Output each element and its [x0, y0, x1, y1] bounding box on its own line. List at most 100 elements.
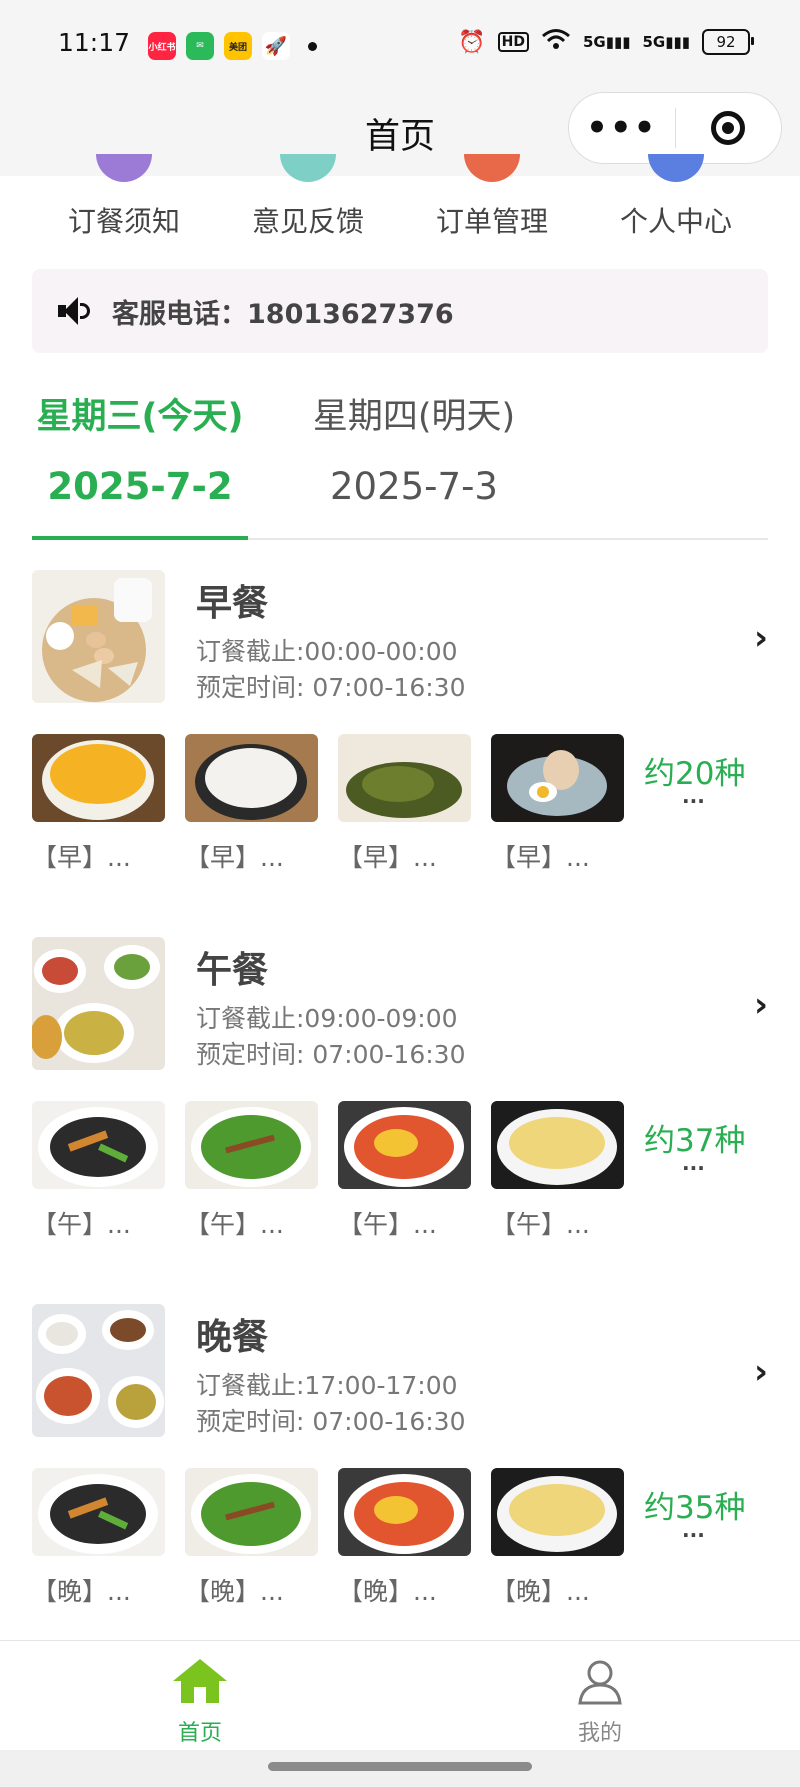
- alarm-icon: ⏰: [458, 29, 486, 55]
- xiaohongshu-icon: 小红书: [148, 32, 176, 60]
- meal-lunch: 午餐 订餐截止:09:00-09:00 预定时间: 07:00-16:30 › …: [32, 937, 768, 1257]
- menu-label: 订单管理: [435, 205, 548, 238]
- dish-list: 【午】... 【午】... 【午】... 【午】... 约37种 ...: [32, 1101, 768, 1251]
- hotline-text: 客服电话：18013627376: [112, 298, 454, 330]
- rocket-icon: 🚀: [262, 32, 290, 60]
- close-mini-program-button[interactable]: [676, 111, 782, 145]
- meituan-icon: 美团: [224, 32, 252, 60]
- more-ellipsis: ...: [682, 784, 705, 808]
- dish-image: [491, 734, 624, 822]
- menu-feedback[interactable]: 意见反馈: [216, 154, 400, 248]
- meal-title: 午餐: [196, 950, 269, 991]
- service-hotline-banner[interactable]: 客服电话：18013627376: [32, 269, 768, 353]
- dish-image: [185, 1468, 318, 1556]
- menu-order-management[interactable]: 订单管理: [400, 154, 584, 248]
- home-icon: [173, 1659, 227, 1703]
- order-deadline: 订餐截止:09:00-09:00: [196, 1004, 458, 1033]
- dish-name: 【晚】...: [491, 1577, 590, 1606]
- tabbar-label: 我的: [577, 1721, 622, 1746]
- breakfast-cover-image[interactable]: [32, 570, 165, 703]
- tabbar-home[interactable]: 首页: [140, 1657, 260, 1747]
- dish-name: 【午】...: [185, 1210, 284, 1239]
- dish-item[interactable]: 【午】...: [32, 1101, 165, 1241]
- home-indicator[interactable]: [268, 1762, 532, 1771]
- speaker-icon: [56, 295, 92, 327]
- order-deadline: 订餐截止:00:00-00:00: [196, 637, 458, 666]
- dish-image: [185, 734, 318, 822]
- tabbar-mine[interactable]: 我的: [540, 1657, 660, 1747]
- status-time: 11:17: [58, 28, 131, 57]
- tab-day-label: 星期四(明天): [312, 397, 516, 437]
- dish-item[interactable]: 【午】...: [491, 1101, 624, 1241]
- dish-image: [185, 1101, 318, 1189]
- dish-name: 【午】...: [491, 1210, 590, 1239]
- tab-day-label: 星期三(今天): [36, 397, 244, 437]
- meal-breakfast: 早餐 订餐截止:00:00-00:00 预定时间: 07:00-16:30 › …: [32, 570, 768, 890]
- dish-item[interactable]: 【早】...: [185, 734, 318, 874]
- menu-personal-center[interactable]: 个人中心: [584, 154, 768, 248]
- booking-time: 预定时间: 07:00-16:30: [196, 1407, 466, 1436]
- dish-item[interactable]: 【晚】...: [338, 1468, 471, 1608]
- user-icon: [578, 1660, 622, 1705]
- meal-title: 早餐: [196, 583, 269, 624]
- booking-time: 预定时间: 07:00-16:30: [196, 673, 466, 702]
- chevron-right-icon[interactable]: ›: [754, 618, 768, 658]
- dish-item[interactable]: 【晚】...: [491, 1468, 624, 1608]
- order-notice-icon: [96, 154, 152, 182]
- chevron-right-icon[interactable]: ›: [754, 985, 768, 1025]
- system-indicators: ⏰ HD 5G▮▮▮ 5G▮▮▮ 92: [458, 28, 754, 56]
- dish-item[interactable]: 【早】...: [32, 734, 165, 874]
- message-icon: ✉: [186, 32, 214, 60]
- dish-item[interactable]: 【早】...: [491, 734, 624, 874]
- dinner-cover-image[interactable]: [32, 1304, 165, 1437]
- tab-date-label: 2025-7-3: [330, 465, 498, 508]
- order-management-icon: [464, 154, 520, 182]
- dish-image: [338, 734, 471, 822]
- dish-item[interactable]: 【午】...: [185, 1101, 318, 1241]
- quick-menu: 订餐须知 意见反馈 订单管理 个人中心: [32, 154, 768, 248]
- battery-icon: 92: [702, 29, 754, 55]
- more-button[interactable]: •••: [569, 108, 675, 148]
- battery-level: 92: [716, 33, 736, 51]
- chevron-right-icon[interactable]: ›: [754, 1352, 768, 1392]
- menu-label: 意见反馈: [251, 205, 364, 238]
- dish-name: 【晚】...: [338, 1577, 437, 1606]
- tab-date-label: 2025-7-2: [47, 465, 233, 508]
- more-notifications-dot: [308, 41, 317, 51]
- signal-icon-2: 5G▮▮▮: [642, 33, 690, 51]
- dish-image: [491, 1468, 624, 1556]
- dish-image: [32, 1101, 165, 1189]
- status-bar: 11:17 小红书 ✉ 美团 🚀 ⏰ HD 5G▮▮▮ 5G▮▮▮ 92: [0, 0, 800, 90]
- tab-today[interactable]: 星期三(今天) 2025-7-2: [32, 380, 248, 540]
- hd-icon: HD: [497, 32, 529, 52]
- dish-name: 【晚】...: [32, 1577, 131, 1606]
- notification-icons: 小红书 ✉ 美团 🚀: [148, 32, 317, 60]
- lunch-cover-image[interactable]: [32, 937, 165, 1070]
- menu-label: 订餐须知: [67, 205, 180, 238]
- target-icon: [711, 111, 746, 145]
- dish-name: 【早】...: [491, 843, 590, 872]
- dish-name: 【午】...: [338, 1210, 437, 1239]
- more-ellipsis: ...: [682, 1518, 705, 1542]
- dish-image: [338, 1468, 471, 1556]
- dish-name: 【早】...: [185, 843, 284, 872]
- dish-list: 【早】... 【早】... 【早】... 【早】... 约20种 ...: [32, 734, 768, 884]
- personal-center-icon: [648, 154, 704, 182]
- bottom-tab-bar: 首页 我的: [0, 1640, 800, 1751]
- order-deadline: 订餐截止:17:00-17:00: [196, 1371, 458, 1400]
- network-type-2: 5G: [642, 33, 666, 51]
- tab-tomorrow[interactable]: 星期四(明天) 2025-7-3: [304, 380, 524, 538]
- dish-image: [32, 1468, 165, 1556]
- dish-name: 【晚】...: [185, 1577, 284, 1606]
- booking-time: 预定时间: 07:00-16:30: [196, 1040, 466, 1069]
- dish-image: [32, 734, 165, 822]
- menu-order-notice[interactable]: 订餐须知: [32, 154, 216, 248]
- dish-list: 【晚】... 【晚】... 【晚】... 【晚】... 约35种 ...: [32, 1468, 768, 1618]
- dish-name: 【早】...: [32, 843, 131, 872]
- meal-title: 晚餐: [196, 1317, 269, 1358]
- dish-item[interactable]: 【午】...: [338, 1101, 471, 1241]
- dish-item[interactable]: 【晚】...: [185, 1468, 318, 1608]
- more-ellipsis: ...: [682, 1151, 705, 1175]
- dish-item[interactable]: 【早】...: [338, 734, 471, 874]
- dish-item[interactable]: 【晚】...: [32, 1468, 165, 1608]
